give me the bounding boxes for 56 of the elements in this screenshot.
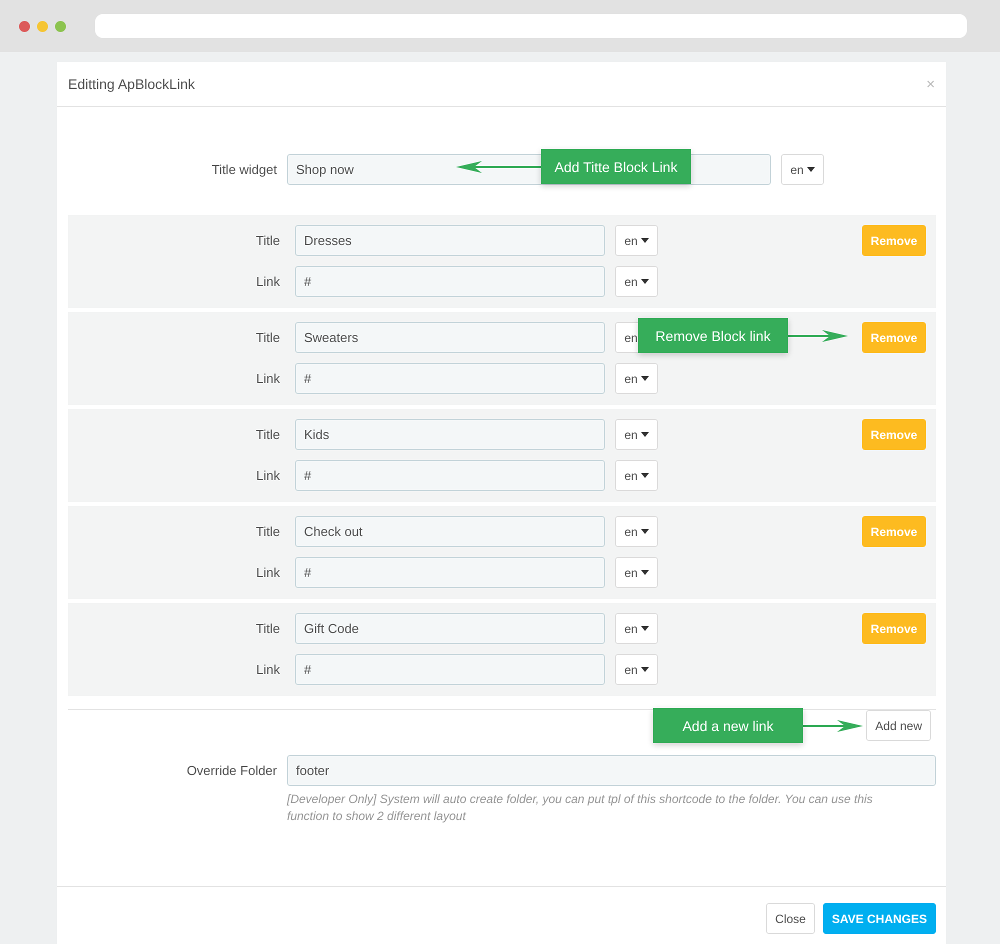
close-button[interactable]: Close <box>766 903 815 934</box>
caret-icon <box>640 376 649 381</box>
window-control-icon[interactable] <box>37 20 48 32</box>
caret-icon <box>640 570 649 575</box>
caret-icon <box>640 473 649 478</box>
language-dropdown[interactable]: en <box>615 419 658 450</box>
dialog-title: Editting ApBlockLink <box>68 76 195 92</box>
field-label: Override Folder <box>186 763 277 778</box>
annotation-tooltip: Remove Block link <box>638 318 788 353</box>
link-field[interactable]: # <box>295 654 605 685</box>
field-label: Title <box>254 524 280 539</box>
window-control-icon[interactable] <box>19 20 30 32</box>
link-field[interactable]: # <box>295 460 605 491</box>
language-dropdown[interactable]: en <box>615 460 658 491</box>
field-label: Title <box>254 233 280 248</box>
caret-icon <box>640 626 649 631</box>
title-field[interactable]: Dresses <box>295 225 605 256</box>
address-bar[interactable] <box>95 14 967 38</box>
language-dropdown[interactable]: en <box>615 557 658 588</box>
annotation-tooltip: Add a new link <box>653 708 803 743</box>
field-label: Title widget <box>210 162 277 177</box>
field-label: Title <box>254 427 280 442</box>
field-label: Title <box>254 621 280 636</box>
help-text: [Developer Only] System will auto create folder, you can put tpl of this shortcode to the folder. You can use this function to show 2 different layout <box>287 791 874 825</box>
link-field[interactable]: # <box>295 363 605 394</box>
language-dropdown[interactable]: en <box>781 154 824 185</box>
title-field[interactable]: Check out <box>295 516 605 547</box>
caret-icon <box>640 279 649 284</box>
language-dropdown[interactable]: en <box>615 516 658 547</box>
caret-icon <box>640 432 649 437</box>
language-dropdown[interactable]: en <box>615 613 658 644</box>
title-field[interactable]: Gift Code <box>295 613 605 644</box>
field-label: Link <box>255 565 280 580</box>
field-label: Link <box>255 371 280 386</box>
title-field[interactable]: Sweaters <box>295 322 605 353</box>
link-field[interactable]: # <box>295 266 605 297</box>
caret-icon <box>640 667 649 672</box>
field-label: Title <box>254 330 280 345</box>
caret-icon <box>806 167 815 172</box>
field-label: Link <box>255 468 280 483</box>
caret-icon <box>640 238 649 243</box>
language-dropdown[interactable]: en <box>615 266 658 297</box>
annotation-arrow <box>803 720 863 732</box>
language-dropdown[interactable]: en <box>615 363 658 394</box>
caret-icon <box>640 529 649 534</box>
add-new-button[interactable]: Add new <box>866 710 931 741</box>
title-field[interactable]: Kids <box>295 419 605 450</box>
language-dropdown[interactable]: en <box>615 225 658 256</box>
annotation-tooltip: Add Titte Block Link <box>541 149 691 184</box>
link-field[interactable]: # <box>295 557 605 588</box>
window-control-icon[interactable] <box>55 20 66 32</box>
language-dropdown[interactable]: en <box>615 654 658 685</box>
field-label: Link <box>255 274 280 289</box>
override-folder-field[interactable]: footer <box>287 755 936 786</box>
field-label: Link <box>255 662 280 677</box>
annotation-arrow <box>788 330 848 342</box>
